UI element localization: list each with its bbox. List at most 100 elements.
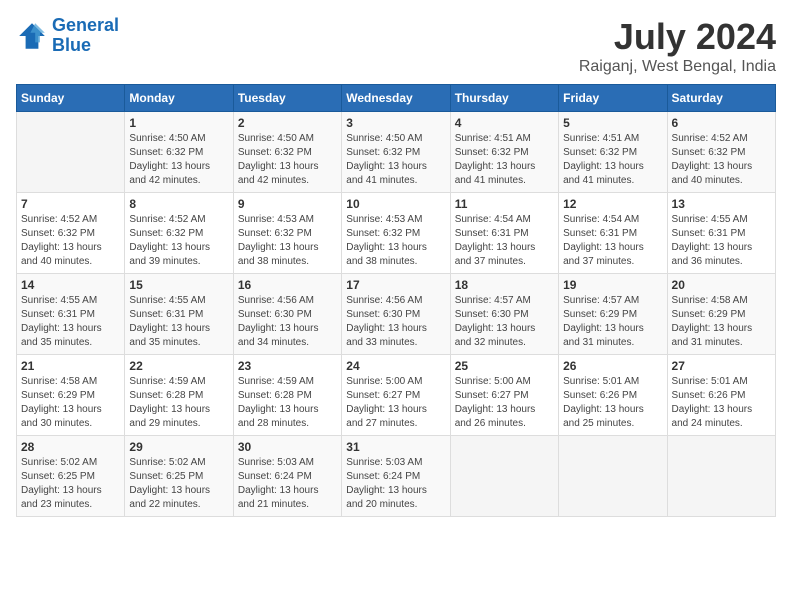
calendar-cell: 31Sunrise: 5:03 AMSunset: 6:24 PMDayligh… bbox=[342, 436, 450, 517]
day-number: 2 bbox=[238, 116, 337, 130]
day-number: 8 bbox=[129, 197, 228, 211]
calendar-cell: 22 Sunrise: 4:59 AMSunset: 6:28 PMDayligh… bbox=[125, 355, 233, 436]
day-info: Sunrise: 4:53 AMSunset: 6:32 PMDaylight:… bbox=[238, 213, 337, 269]
day-info: Sunrise: 5:03 AMSunset: 6:24 PMDaylight:… bbox=[346, 456, 445, 512]
logo-icon bbox=[16, 20, 48, 52]
weekday-header-thursday: Thursday bbox=[450, 85, 558, 112]
day-info: Sunrise: 4:59 AMSunset: 6:28 PMDaylight:… bbox=[129, 375, 228, 431]
weekday-header-friday: Friday bbox=[559, 85, 667, 112]
day-number: 29 bbox=[129, 440, 228, 454]
day-number: 7 bbox=[21, 197, 120, 211]
day-number: 20 bbox=[672, 278, 771, 292]
calendar-cell: 28 Sunrise: 5:02 AMSunset: 6:25 PMDayligh… bbox=[17, 436, 125, 517]
calendar-cell: 18 Sunrise: 4:57 AMSunset: 6:30 PMDayligh… bbox=[450, 274, 558, 355]
calendar-table: SundayMondayTuesdayWednesdayThursdayFrid… bbox=[16, 84, 776, 517]
day-number: 30 bbox=[238, 440, 337, 454]
day-info: Sunrise: 4:52 AMSunset: 6:32 PMDaylight:… bbox=[21, 213, 120, 269]
logo: General Blue bbox=[16, 16, 119, 56]
day-info: Sunrise: 4:56 AMSunset: 6:30 PMDaylight:… bbox=[346, 294, 445, 350]
day-info: Sunrise: 5:00 AMSunset: 6:27 PMDaylight:… bbox=[346, 375, 445, 431]
day-number: 22 bbox=[129, 359, 228, 373]
day-info: Sunrise: 4:50 AMSunset: 6:32 PMDaylight:… bbox=[129, 132, 228, 188]
calendar-cell: 20Sunrise: 4:58 AMSunset: 6:29 PMDayligh… bbox=[667, 274, 775, 355]
day-number: 6 bbox=[672, 116, 771, 130]
calendar-cell: 9Sunrise: 4:53 AMSunset: 6:32 PMDaylight… bbox=[233, 193, 341, 274]
day-info: Sunrise: 4:57 AMSunset: 6:29 PMDaylight:… bbox=[563, 294, 662, 350]
day-info: Sunrise: 4:54 AMSunset: 6:31 PMDaylight:… bbox=[455, 213, 554, 269]
weekday-header-monday: Monday bbox=[125, 85, 233, 112]
calendar-cell: 10 Sunrise: 4:53 AMSunset: 6:32 PMDayligh… bbox=[342, 193, 450, 274]
calendar-cell: 29 Sunrise: 5:02 AMSunset: 6:25 PMDayligh… bbox=[125, 436, 233, 517]
day-info: Sunrise: 4:51 AMSunset: 6:32 PMDaylight:… bbox=[455, 132, 554, 188]
day-info: Sunrise: 4:54 AMSunset: 6:31 PMDaylight:… bbox=[563, 213, 662, 269]
day-number: 4 bbox=[455, 116, 554, 130]
day-info: Sunrise: 5:01 AMSunset: 6:26 PMDaylight:… bbox=[563, 375, 662, 431]
logo-line2: Blue bbox=[52, 35, 91, 55]
day-info: Sunrise: 4:55 AMSunset: 6:31 PMDaylight:… bbox=[672, 213, 771, 269]
day-info: Sunrise: 4:52 AMSunset: 6:32 PMDaylight:… bbox=[129, 213, 228, 269]
calendar-cell: 15Sunrise: 4:55 AMSunset: 6:31 PMDayligh… bbox=[125, 274, 233, 355]
day-info: Sunrise: 4:57 AMSunset: 6:30 PMDaylight:… bbox=[455, 294, 554, 350]
day-number: 14 bbox=[21, 278, 120, 292]
calendar-week-row: 28 Sunrise: 5:02 AMSunset: 6:25 PMDayligh… bbox=[17, 436, 776, 517]
calendar-cell: 8 Sunrise: 4:52 AMSunset: 6:32 PMDaylight… bbox=[125, 193, 233, 274]
day-number: 18 bbox=[455, 278, 554, 292]
day-info: Sunrise: 4:51 AMSunset: 6:32 PMDaylight:… bbox=[563, 132, 662, 188]
calendar-week-row: 21Sunrise: 4:58 AMSunset: 6:29 PMDayligh… bbox=[17, 355, 776, 436]
calendar-cell: 19 Sunrise: 4:57 AMSunset: 6:29 PMDayligh… bbox=[559, 274, 667, 355]
calendar-cell: 5 Sunrise: 4:51 AMSunset: 6:32 PMDaylight… bbox=[559, 112, 667, 193]
day-info: Sunrise: 4:53 AMSunset: 6:32 PMDaylight:… bbox=[346, 213, 445, 269]
calendar-cell bbox=[450, 436, 558, 517]
calendar-cell: 1 Sunrise: 4:50 AMSunset: 6:32 PMDaylight… bbox=[125, 112, 233, 193]
calendar-cell bbox=[667, 436, 775, 517]
day-info: Sunrise: 4:58 AMSunset: 6:29 PMDaylight:… bbox=[21, 375, 120, 431]
logo-text: General Blue bbox=[52, 16, 119, 56]
calendar-cell: 2 Sunrise: 4:50 AMSunset: 6:32 PMDaylight… bbox=[233, 112, 341, 193]
calendar-cell bbox=[559, 436, 667, 517]
calendar-cell: 3Sunrise: 4:50 AMSunset: 6:32 PMDaylight… bbox=[342, 112, 450, 193]
weekday-header-sunday: Sunday bbox=[17, 85, 125, 112]
calendar-cell: 25 Sunrise: 5:00 AMSunset: 6:27 PMDayligh… bbox=[450, 355, 558, 436]
day-info: Sunrise: 5:00 AMSunset: 6:27 PMDaylight:… bbox=[455, 375, 554, 431]
calendar-cell: 14 Sunrise: 4:55 AMSunset: 6:31 PMDayligh… bbox=[17, 274, 125, 355]
day-info: Sunrise: 4:50 AMSunset: 6:32 PMDaylight:… bbox=[238, 132, 337, 188]
day-number: 5 bbox=[563, 116, 662, 130]
calendar-cell bbox=[17, 112, 125, 193]
calendar-cell: 6Sunrise: 4:52 AMSunset: 6:32 PMDaylight… bbox=[667, 112, 775, 193]
location-subtitle: Raiganj, West Bengal, India bbox=[579, 58, 776, 76]
day-number: 25 bbox=[455, 359, 554, 373]
calendar-cell: 16Sunrise: 4:56 AMSunset: 6:30 PMDayligh… bbox=[233, 274, 341, 355]
day-number: 13 bbox=[672, 197, 771, 211]
day-number: 19 bbox=[563, 278, 662, 292]
day-number: 11 bbox=[455, 197, 554, 211]
day-info: Sunrise: 5:02 AMSunset: 6:25 PMDaylight:… bbox=[21, 456, 120, 512]
logo-line1: General bbox=[52, 15, 119, 35]
calendar-cell: 17Sunrise: 4:56 AMSunset: 6:30 PMDayligh… bbox=[342, 274, 450, 355]
day-info: Sunrise: 4:59 AMSunset: 6:28 PMDaylight:… bbox=[238, 375, 337, 431]
day-info: Sunrise: 4:50 AMSunset: 6:32 PMDaylight:… bbox=[346, 132, 445, 188]
calendar-week-row: 7 Sunrise: 4:52 AMSunset: 6:32 PMDaylight… bbox=[17, 193, 776, 274]
day-number: 26 bbox=[563, 359, 662, 373]
calendar-week-row: 14 Sunrise: 4:55 AMSunset: 6:31 PMDayligh… bbox=[17, 274, 776, 355]
day-number: 24 bbox=[346, 359, 445, 373]
day-number: 23 bbox=[238, 359, 337, 373]
day-info: Sunrise: 5:02 AMSunset: 6:25 PMDaylight:… bbox=[129, 456, 228, 512]
calendar-cell: 7 Sunrise: 4:52 AMSunset: 6:32 PMDaylight… bbox=[17, 193, 125, 274]
day-info: Sunrise: 5:01 AMSunset: 6:26 PMDaylight:… bbox=[672, 375, 771, 431]
calendar-cell: 23 Sunrise: 4:59 AMSunset: 6:28 PMDayligh… bbox=[233, 355, 341, 436]
title-block: July 2024 Raiganj, West Bengal, India bbox=[579, 16, 776, 76]
day-number: 27 bbox=[672, 359, 771, 373]
day-info: Sunrise: 4:55 AMSunset: 6:31 PMDaylight:… bbox=[21, 294, 120, 350]
calendar-cell: 11 Sunrise: 4:54 AMSunset: 6:31 PMDayligh… bbox=[450, 193, 558, 274]
day-number: 1 bbox=[129, 116, 228, 130]
day-number: 10 bbox=[346, 197, 445, 211]
day-number: 28 bbox=[21, 440, 120, 454]
calendar-cell: 24 Sunrise: 5:00 AMSunset: 6:27 PMDayligh… bbox=[342, 355, 450, 436]
calendar-cell: 21Sunrise: 4:58 AMSunset: 6:29 PMDayligh… bbox=[17, 355, 125, 436]
day-number: 15 bbox=[129, 278, 228, 292]
month-title: July 2024 bbox=[579, 16, 776, 58]
calendar-cell: 4 Sunrise: 4:51 AMSunset: 6:32 PMDaylight… bbox=[450, 112, 558, 193]
calendar-cell: 27 Sunrise: 5:01 AMSunset: 6:26 PMDayligh… bbox=[667, 355, 775, 436]
calendar-cell: 30Sunrise: 5:03 AMSunset: 6:24 PMDayligh… bbox=[233, 436, 341, 517]
day-number: 16 bbox=[238, 278, 337, 292]
